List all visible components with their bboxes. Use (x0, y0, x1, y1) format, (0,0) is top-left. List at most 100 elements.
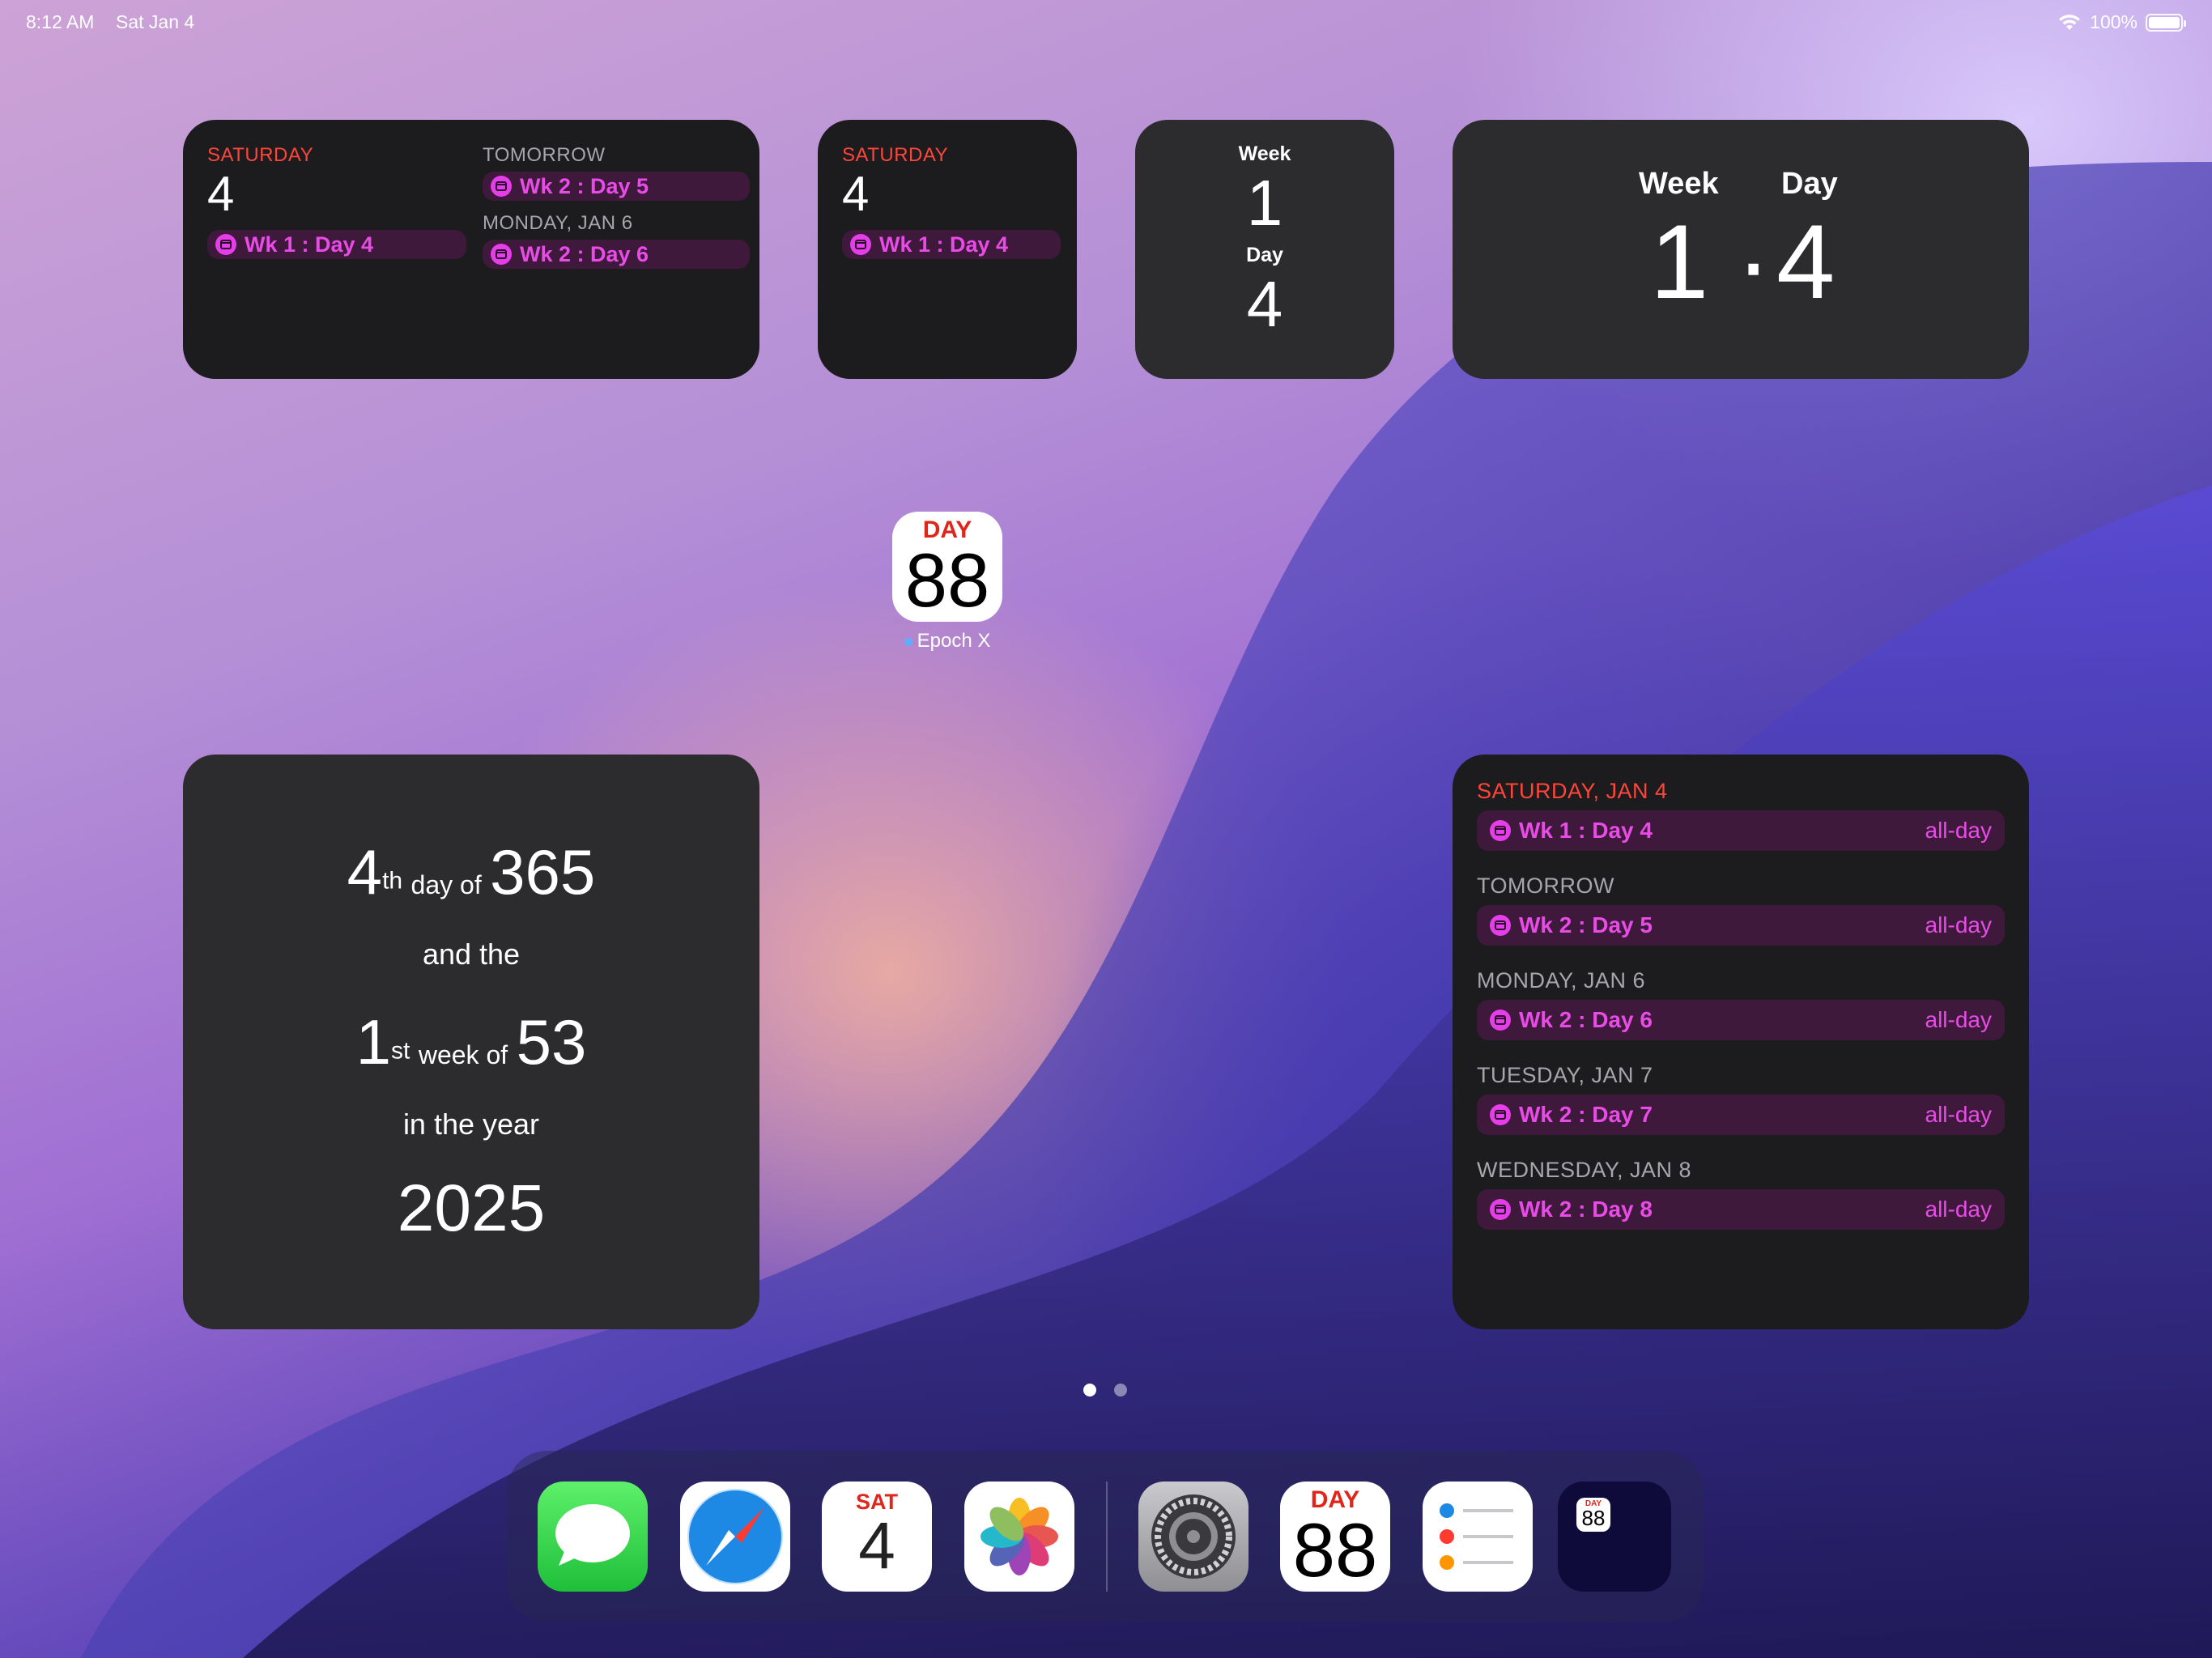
section-label: MONDAY, JAN 6 (1477, 968, 1646, 993)
epoch-x-icon[interactable]: DAY 88 (1280, 1482, 1390, 1592)
status-date: Sat Jan 4 (116, 11, 195, 32)
event-title: Wk 2 : Day 6 (520, 241, 649, 266)
mini-icon-number: 88 (1581, 1506, 1606, 1530)
event-title: Wk 2 : Day 8 (1519, 1197, 1653, 1222)
day-label: Day (1246, 244, 1283, 266)
calendar-icon[interactable]: SAT 4 (822, 1482, 932, 1592)
list-icon (1440, 1503, 1513, 1570)
today-day-number: 4 (842, 167, 870, 221)
safari-icon[interactable] (680, 1482, 790, 1592)
photos-flower-icon (981, 1498, 1058, 1575)
week-label: Week (1639, 167, 1719, 201)
week-ordinal-suffix: st (391, 1037, 410, 1065)
calendar-event-icon (491, 176, 512, 197)
section-label: TOMORROW (1477, 874, 1614, 898)
day-of-year-widget[interactable]: 4th day of 365 and the 1st week of 53 in… (183, 755, 759, 1329)
calendar-day-number: 4 (858, 1509, 895, 1583)
battery-icon (2146, 13, 2186, 32)
page-indicator-dot-active[interactable] (1083, 1384, 1096, 1397)
today-label: SATURDAY (842, 144, 949, 166)
event-pill[interactable]: Wk 2 : Day 6 (483, 240, 750, 269)
week-number: 1 (1650, 202, 1709, 321)
calendar-event-icon (1490, 915, 1511, 936)
photos-icon[interactable] (964, 1482, 1074, 1592)
event-time: all-day (1925, 818, 1992, 843)
calendar-upnext-widget-medium[interactable]: SATURDAY 4 Wk 1 : Day 4 TOMORROW Wk 2 : … (183, 120, 759, 379)
week-of-text: week of (418, 1040, 508, 1069)
messages-icon[interactable] (538, 1482, 648, 1592)
event-title: Wk 2 : Day 7 (1519, 1102, 1653, 1127)
calendar-event-icon (1490, 820, 1511, 841)
event-title: Wk 2 : Day 6 (1519, 1007, 1653, 1032)
day-number: 4 (1776, 202, 1836, 321)
section-label: TUESDAY, JAN 7 (1477, 1063, 1653, 1087)
event-title: Wk 1 : Day 4 (1519, 818, 1653, 843)
speech-bubble-icon (555, 1504, 630, 1566)
event-title: Wk 2 : Day 5 (520, 173, 649, 198)
calendar-upnext-widget-small[interactable]: SATURDAY 4 Wk 1 : Day 4 (818, 120, 1077, 379)
today-day-number: 4 (207, 167, 235, 221)
page-indicator-dot[interactable] (1114, 1384, 1127, 1397)
event-pill[interactable]: Wk 1 : Day 4 (842, 230, 1061, 259)
calendar-event-icon (215, 234, 236, 255)
event-row[interactable]: Wk 2 : Day 7 all-day (1477, 1095, 2005, 1135)
event-time: all-day (1925, 1197, 1992, 1222)
app-label: Epoch X (883, 630, 1012, 653)
wifi-icon (2059, 14, 2081, 30)
reminders-icon[interactable] (1423, 1482, 1533, 1592)
next-day-label: MONDAY, JAN 6 (483, 212, 633, 234)
epoch-x-app-icon[interactable]: DAY 88 (892, 512, 1002, 622)
day-ordinal-suffix: th (382, 867, 403, 895)
event-pill[interactable]: Wk 1 : Day 4 (207, 230, 466, 259)
week-label: Week (1238, 142, 1291, 165)
weeks-total: 53 (516, 1006, 587, 1078)
and-the-text: and the (422, 937, 521, 971)
event-row[interactable]: Wk 2 : Day 6 all-day (1477, 1000, 2005, 1040)
today-label: SATURDAY (207, 144, 314, 166)
week-ordinal-number: 1 (355, 1006, 392, 1078)
event-list: SATURDAY, JAN 4 Wk 1 : Day 4 all-day TOM… (1477, 779, 2005, 1230)
dock-separator (1106, 1482, 1108, 1592)
mini-epoch-icon: DAY 88 (1576, 1498, 1610, 1532)
tomorrow-label: TOMORROW (483, 144, 606, 166)
event-title: Wk 2 : Day 5 (1519, 912, 1653, 937)
day-label: Day (1781, 167, 1838, 201)
week-day-widget-small[interactable]: Week 1 Day 4 (1135, 120, 1394, 379)
day-of-text: day of (410, 870, 482, 899)
separator-dot: · (1736, 202, 1772, 321)
event-time: all-day (1925, 912, 1992, 937)
week-day-widget-medium[interactable]: Week Day 1 · 4 (1453, 120, 2029, 379)
day-ordinal-number: 4 (347, 836, 383, 908)
event-time: all-day (1925, 1102, 1992, 1127)
event-row[interactable]: Wk 2 : Day 5 all-day (1477, 905, 2005, 946)
status-time: 8:12 AM (26, 11, 95, 32)
event-row[interactable]: Wk 2 : Day 8 all-day (1477, 1189, 2005, 1230)
year-number: 2025 (397, 1171, 546, 1245)
event-title: Wk 1 : Day 4 (245, 232, 374, 257)
in-the-year-text: in the year (402, 1107, 540, 1141)
event-row[interactable]: Wk 1 : Day 4 all-day (1477, 810, 2005, 851)
status-right: 100% (2057, 11, 2186, 33)
calendar-event-icon (1490, 1104, 1511, 1125)
compass-icon (687, 1489, 783, 1584)
calendar-event-icon (1490, 1010, 1511, 1031)
battery-percent: 100% (2090, 11, 2138, 32)
icon-number: 88 (904, 538, 990, 623)
day-number: 4 (1246, 268, 1283, 340)
app-folder-icon[interactable]: DAY 88 (1558, 1482, 1671, 1592)
gear-icon (1151, 1494, 1236, 1579)
days-total: 365 (490, 836, 596, 908)
section-label: WEDNESDAY, JAN 8 (1477, 1158, 1692, 1182)
status-bar: 8:12 AM Sat Jan 4 100% (0, 6, 2212, 39)
settings-icon[interactable] (1138, 1482, 1249, 1592)
event-time: all-day (1925, 1007, 1992, 1032)
week-number: 1 (1246, 167, 1283, 239)
new-app-dot (904, 637, 912, 646)
event-pill[interactable]: Wk 2 : Day 5 (483, 172, 750, 201)
icon-number: 88 (1292, 1507, 1378, 1592)
event-title: Wk 1 : Day 4 (879, 232, 1009, 257)
calendar-event-icon (850, 234, 871, 255)
calendar-event-icon (491, 244, 512, 265)
section-label: SATURDAY, JAN 4 (1477, 779, 1668, 803)
calendar-upnext-widget-large[interactable]: SATURDAY, JAN 4 Wk 1 : Day 4 all-day TOM… (1453, 755, 2029, 1329)
